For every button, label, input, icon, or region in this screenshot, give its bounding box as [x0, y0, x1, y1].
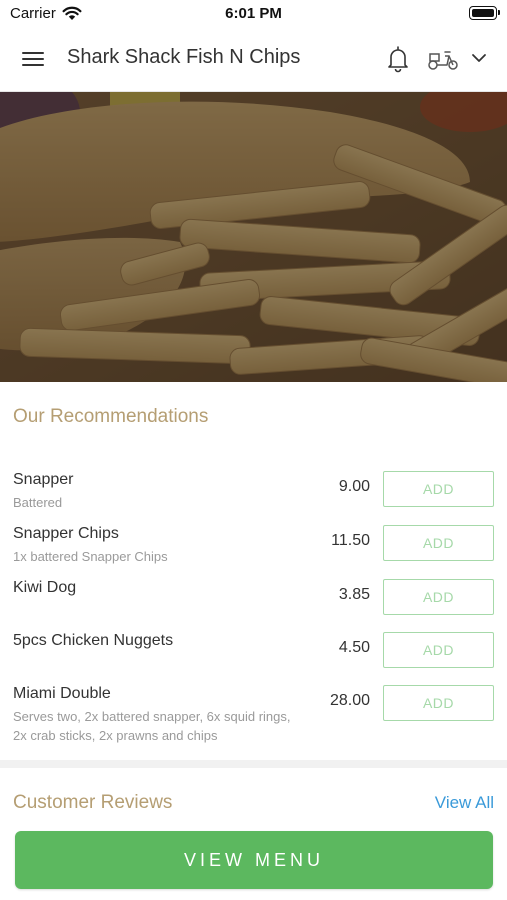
view-menu-button[interactable]: VIEW MENU — [15, 831, 493, 889]
item-price: 9.00 — [338, 478, 370, 495]
item-price: 11.50 — [331, 532, 370, 549]
add-button[interactable]: ADD — [383, 471, 494, 507]
item-price: 3.85 — [338, 586, 370, 603]
nav-bar: Shark Shack Fish N Chips — [0, 28, 507, 92]
item-price: 28.00 — [329, 692, 370, 709]
view-all-link[interactable]: View All — [435, 793, 494, 813]
item-name: 5pcs Chicken Nuggets — [13, 632, 174, 649]
clock: 6:01 PM — [225, 5, 282, 22]
add-button[interactable]: ADD — [383, 685, 494, 721]
add-button[interactable]: ADD — [383, 579, 494, 615]
item-description: Battered — [13, 495, 63, 510]
add-button[interactable]: ADD — [383, 632, 494, 668]
chevron-down-icon[interactable] — [471, 52, 487, 64]
menu-icon[interactable] — [22, 50, 46, 68]
restaurant-title: Shark Shack Fish N Chips — [67, 46, 301, 68]
battery-icon — [469, 6, 500, 20]
recommendations-title: Our Recommendations — [13, 406, 209, 427]
hero-image — [0, 92, 507, 382]
section-divider — [0, 760, 507, 768]
item-name: Kiwi Dog — [13, 579, 77, 596]
add-button[interactable]: ADD — [383, 525, 494, 561]
item-description: Serves two, 2x battered snapper, 6x squi… — [13, 709, 291, 743]
item-name: Snapper — [13, 471, 74, 488]
reviews-title: Customer Reviews — [13, 792, 173, 813]
hero-overlay — [0, 92, 507, 382]
item-price: 4.50 — [338, 639, 370, 656]
item-name: Snapper Chips — [13, 525, 119, 542]
item-name: Miami Double — [13, 685, 111, 702]
status-bar: Carrier 6:01 PM — [0, 0, 507, 28]
recommendations-section: Our Recommendations Snapper Battered 9.0… — [0, 382, 507, 760]
bell-icon[interactable] — [386, 45, 410, 73]
scooter-icon[interactable] — [427, 46, 459, 72]
item-description: 1x battered Snapper Chips — [13, 549, 168, 564]
